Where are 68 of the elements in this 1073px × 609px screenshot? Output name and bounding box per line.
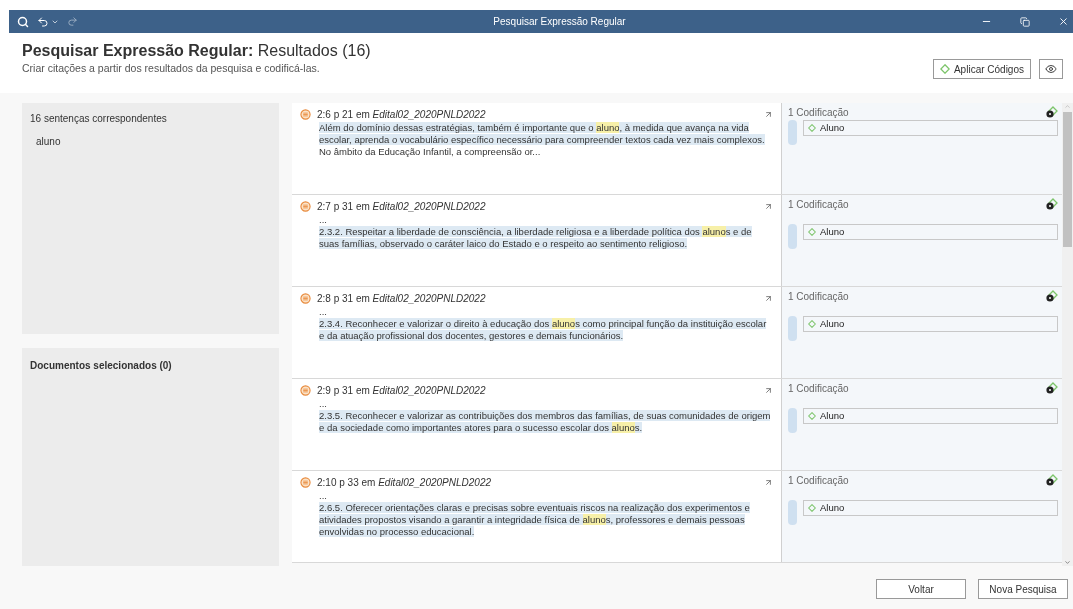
quote-text: 2.6.5. Oferecer orientações claras e precisas sobre eventuais riscos na realização dos experimentos e atividades propostos visando a garantir a integridade física de alunos, professores e demais pessoas envolvidas no processo educacional. (319, 502, 751, 538)
scrollbar-thumb[interactable] (1063, 112, 1072, 247)
undo-icon[interactable] (37, 15, 49, 28)
coding-count: 1 Codificação (788, 106, 849, 120)
page-subtitle: Criar citações a partir dos resultados da pesquisa e codificá-las. (22, 61, 321, 76)
code-tag[interactable]: Aluno (803, 120, 1058, 136)
panel-title: 16 sentenças correspondentes (30, 112, 168, 126)
add-code-icon[interactable] (1045, 382, 1058, 395)
coding-count: 1 Codificação (788, 198, 849, 212)
add-code-icon[interactable] (1045, 474, 1058, 487)
coding-count: 1 Codificação (788, 474, 849, 488)
coding-count: 1 Codificação (788, 290, 849, 304)
quote-text: 2.3.4. Reconhecer e valorizar o direito à educação dos alunos como principal função da instituição escolar e da atuação profissional dos docentes, gestores e demais funcionários. (319, 318, 768, 342)
code-bar (788, 316, 797, 341)
open-arrow-icon[interactable] (764, 202, 773, 211)
open-arrow-icon[interactable] (764, 294, 773, 303)
scroll-down-icon[interactable] (1064, 559, 1071, 566)
code-tag[interactable]: Aluno (803, 224, 1058, 240)
scrollbar[interactable] (1062, 103, 1073, 566)
quote-icon (300, 385, 311, 396)
code-icon (808, 412, 816, 420)
apply-codes-button[interactable]: Aplicar Códigos (932, 59, 1031, 79)
quote-text: Além do domínio dessas estratégias, também é importante que o aluno, à medida que avança na vida escolar, aprenda o vocabulário específico necessário para compreender textos cada vez mais complexos. No âmbito da Educação Infantil, a compreensão or... (319, 122, 766, 158)
quote-text: 2.3.2. Respeitar a liberdade de consciência, a liberdade religiosa e a liberdade política dos alunos e de suas famílias, observado o caráter laico do Estado e o respeito ao sentimento religioso. (319, 226, 753, 250)
code-bar (788, 120, 797, 145)
code-bar (788, 224, 797, 249)
quote-reference: 2:6 p 21 em Edital02_2020PNLD2022 (317, 108, 486, 122)
quote-icon (300, 477, 311, 488)
open-arrow-icon[interactable] (764, 386, 773, 395)
quote-icon (300, 109, 311, 120)
code-tag[interactable]: Aluno (803, 316, 1058, 332)
code-icon (808, 228, 816, 236)
footer-button[interactable]: Nova Pesquisa (978, 579, 1068, 599)
omission-mark: ... (319, 214, 328, 226)
quote-reference: 2:7 p 31 em Edital02_2020PNLD2022 (317, 200, 486, 214)
omission-mark: ... (319, 398, 328, 410)
quote-text: 2.3.5. Reconhecer e valorizar as contribuições dos membros das famílias, de suas comunidades de origem e da sociedade como importantes atores para o sucesso escolar dos alunos. (319, 410, 772, 434)
quote-reference: 2:8 p 31 em Edital02_2020PNLD2022 (317, 292, 486, 306)
search-icon[interactable] (17, 15, 29, 28)
open-arrow-icon[interactable] (764, 478, 773, 487)
code-bar (788, 500, 797, 525)
diamond-icon (939, 64, 950, 74)
quote-reference: 2:9 p 31 em Edital02_2020PNLD2022 (317, 384, 486, 398)
add-code-icon[interactable] (1045, 198, 1058, 211)
code-icon (808, 320, 816, 328)
match-term[interactable]: aluno (30, 134, 271, 149)
close-icon[interactable] (1058, 16, 1069, 27)
quote-icon (300, 293, 311, 304)
omission-mark: ... (319, 490, 328, 502)
eye-icon (1045, 63, 1057, 75)
add-code-icon[interactable] (1045, 290, 1058, 303)
preview-button[interactable] (1039, 59, 1063, 79)
omission-mark: ... (319, 306, 328, 318)
code-bar (788, 408, 797, 433)
code-tag[interactable]: Aluno (803, 500, 1058, 516)
coding-count: 1 Codificação (788, 382, 849, 396)
code-tag[interactable]: Aluno (803, 408, 1058, 424)
window-title: Pesquisar Expressão Regular (492, 15, 627, 29)
footer-button[interactable]: Voltar (876, 579, 966, 599)
panel-title: Documentos selecionados (0) (30, 359, 173, 373)
open-arrow-icon[interactable] (764, 110, 773, 119)
add-code-icon[interactable] (1045, 106, 1058, 119)
restore-icon[interactable] (1020, 16, 1030, 27)
quote-reference: 2:10 p 33 em Edital02_2020PNLD2022 (317, 476, 492, 490)
quote-icon (300, 201, 311, 212)
code-icon (808, 124, 816, 132)
code-icon (808, 504, 816, 512)
page-title: Pesquisar Expressão Regular: Resultados (16) (22, 41, 371, 61)
